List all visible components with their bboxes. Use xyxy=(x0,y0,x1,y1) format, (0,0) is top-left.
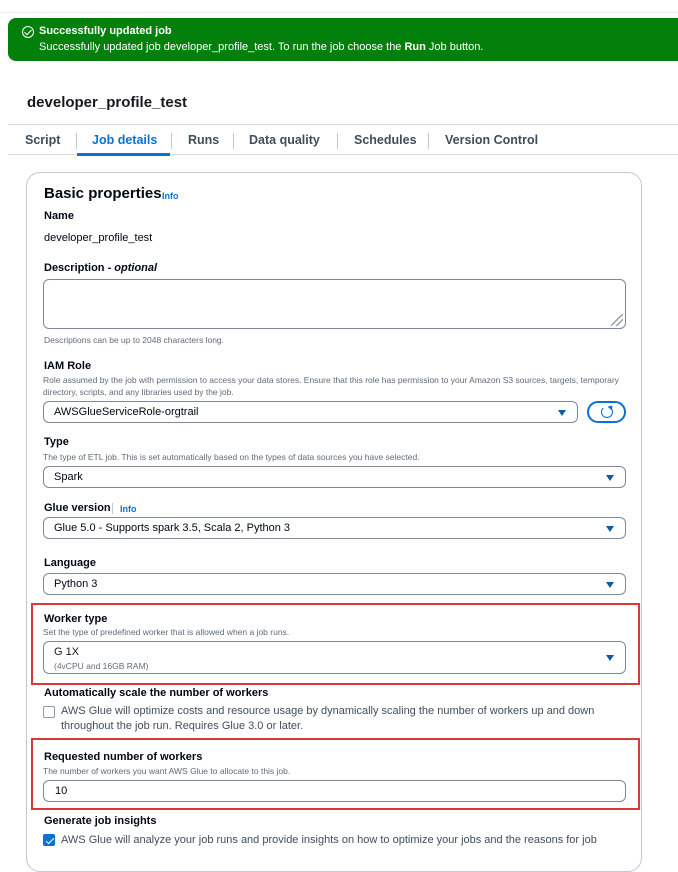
autoscale-text: AWS Glue will optimize costs and resourc… xyxy=(61,705,595,732)
tab-data-quality[interactable]: Data quality xyxy=(249,133,320,147)
check-circle-icon xyxy=(22,26,34,38)
tab-separator xyxy=(76,133,77,149)
iam-role-description: Role assumed by the job with permission … xyxy=(43,375,619,397)
flash-message: Successfully updated job developer_profi… xyxy=(39,41,484,53)
description-label: Description - optional xyxy=(44,262,158,274)
language-value: Python 3 xyxy=(54,578,98,590)
description-textarea[interactable] xyxy=(43,279,626,329)
tab-job-details[interactable]: Job details xyxy=(92,133,157,147)
resize-handle-icon[interactable] xyxy=(611,314,623,326)
type-select[interactable]: Spark xyxy=(43,466,626,488)
section-heading: Basic properties xyxy=(44,185,162,202)
active-tab-indicator xyxy=(77,153,170,156)
tab-separator xyxy=(233,133,234,149)
refresh-button[interactable] xyxy=(587,401,626,423)
success-flash-banner: Successfully updated job Successfully up… xyxy=(8,18,678,61)
iam-role-label: IAM Role xyxy=(44,360,92,372)
autoscale-label: Automatically scale the number of worker… xyxy=(44,687,269,699)
caret-down-icon xyxy=(606,582,614,588)
language-select[interactable]: Python 3 xyxy=(43,573,626,595)
iam-role-value: AWSGlueServiceRole-orgtrail xyxy=(54,406,199,418)
glue-version-value: Glue 5.0 - Supports spark 3.5, Scala 2, … xyxy=(54,522,291,534)
name-value: developer_profile_test xyxy=(44,232,153,244)
type-label: Type xyxy=(44,436,69,448)
insights-label: Generate job insights xyxy=(44,815,157,827)
caret-down-icon xyxy=(606,526,614,532)
type-description: The type of ETL job. This is set automat… xyxy=(43,452,420,462)
job-tabs: Script Job details Runs Data quality Sch… xyxy=(8,125,678,156)
insights-text: AWS Glue will analyze your job runs and … xyxy=(61,834,597,846)
caret-down-icon xyxy=(558,410,566,416)
label-separator xyxy=(112,503,113,514)
info-link[interactable]: Info xyxy=(162,191,179,201)
tab-runs[interactable]: Runs xyxy=(188,133,219,147)
top-divider xyxy=(0,12,678,13)
caret-down-icon xyxy=(606,475,614,481)
workers-highlight xyxy=(31,738,640,810)
tab-separator xyxy=(337,133,338,149)
insights-checkbox[interactable] xyxy=(43,834,55,846)
refresh-icon xyxy=(601,406,613,418)
language-label: Language xyxy=(44,557,96,569)
autoscale-checkbox[interactable] xyxy=(43,706,55,718)
type-value: Spark xyxy=(54,471,83,483)
name-label: Name xyxy=(44,210,74,222)
tab-version-control[interactable]: Version Control xyxy=(445,133,538,147)
flash-title: Successfully updated job xyxy=(39,25,172,37)
description-hint: Descriptions can be up to 2048 character… xyxy=(44,335,225,345)
tab-separator xyxy=(428,133,429,149)
glue-version-label: Glue version xyxy=(44,502,111,514)
page-title: developer_profile_test xyxy=(27,94,188,111)
iam-role-select[interactable]: AWSGlueServiceRole-orgtrail xyxy=(43,401,578,423)
tab-separator xyxy=(171,133,172,149)
worker-type-highlight xyxy=(31,603,640,685)
tab-schedules[interactable]: Schedules xyxy=(354,133,417,147)
glue-version-info-link[interactable]: Info xyxy=(120,504,137,514)
tab-script[interactable]: Script xyxy=(25,133,60,147)
glue-version-select[interactable]: Glue 5.0 - Supports spark 3.5, Scala 2, … xyxy=(43,517,626,539)
